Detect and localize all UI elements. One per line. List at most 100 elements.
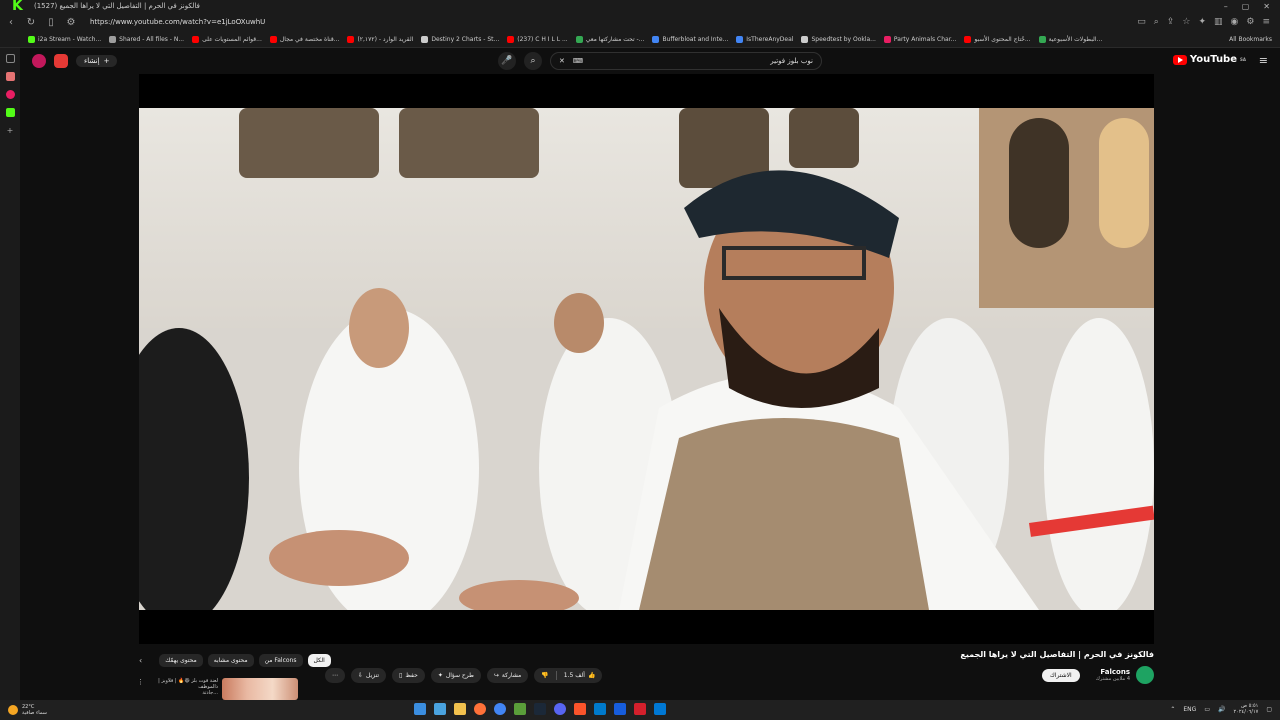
windows-start-icon[interactable] [414,703,426,715]
maximize-button[interactable]: ▢ [1242,2,1250,11]
chip-0[interactable]: الكل [307,654,331,667]
url-field[interactable]: https://www.youtube.com/watch?v=e1jLoOXu… [90,18,265,26]
chip-1[interactable]: من Falcons [258,654,303,667]
site-info-icon[interactable]: ⚙ [64,17,78,28]
reco-menu-icon[interactable]: ⋮ [137,678,144,686]
notifications-tray-icon[interactable]: ▢ [1266,706,1272,713]
firefox-icon[interactable] [474,703,486,715]
steam-icon[interactable] [534,703,546,715]
bookmark-item[interactable]: i2a Stream - Watch... [28,36,101,43]
tab-title[interactable]: (1527) فالكونز في الحرم | التفاصيل التي … [34,2,200,10]
bookmark-item[interactable]: قناة مختصة في مجال... [269,36,340,43]
extensions-icon[interactable]: ✦ [1198,17,1206,27]
volume-icon[interactable]: 🔊 [1218,706,1225,713]
bookmark-item[interactable]: Speedtest by Ookla... [801,36,876,43]
add-panel-icon[interactable]: + [6,126,15,135]
back-icon[interactable]: ‹ [4,17,18,28]
channel-avatar[interactable] [1136,666,1154,684]
bookmark-favicon-icon [575,36,583,43]
keyboard-icon[interactable]: ⌨ [573,57,583,65]
bookmark-item[interactable]: حُتاج المحتوى الأسبو... [964,36,1031,43]
more-actions-button[interactable]: ⋯ [325,668,345,683]
tray-overflow-icon[interactable]: ⌃ [1170,706,1175,713]
plus-icon: + [103,57,110,65]
recommendation-item[interactable]: ⋮ لعنة فوت بلز 😆🔥 | فلاويز | ذالموظف ...… [137,678,298,700]
file-explorer-icon[interactable] [454,703,466,715]
bookmark-favicon-icon [269,36,277,43]
kick-rail-icon[interactable] [5,108,15,117]
save-icon: ▯ [399,672,403,679]
bookmark-page-icon[interactable]: ▯ [44,17,58,28]
voice-search-icon[interactable]: 🎤 [498,52,516,70]
create-button[interactable]: إنشاء + [76,55,118,67]
video-player[interactable] [139,74,1154,644]
menu-icon[interactable]: ≡ [1262,17,1270,27]
chip-3[interactable]: محتوى يهمّك [159,654,203,667]
search-button-icon[interactable]: ⌕ [524,52,542,70]
channel-name[interactable]: Falcons [1096,668,1130,676]
bookmark-item[interactable]: Destiny 2 Charts - St... [421,36,499,43]
language-indicator[interactable]: ENG [1183,706,1196,713]
bookmark-label: قناة مختصة في مجال... [279,36,340,43]
bookmark-item[interactable]: IsThereAnyDeal [736,36,793,43]
bookmark-favicon-icon [801,36,809,43]
subscribe-button[interactable]: الاشتراك [1041,668,1080,682]
all-bookmarks[interactable]: All Bookmarks [1229,36,1280,43]
bookmark-item[interactable]: Shared - All files - N... [109,36,184,43]
cast-icon[interactable]: ▭ [1137,17,1146,27]
guide-menu-icon[interactable]: ≡ [1259,54,1268,67]
bookmark-item[interactable]: Party Animals Char... [883,36,956,43]
search-input[interactable]: ✕ ⌨ نوب بلوز فوتير [550,52,822,70]
save-button[interactable]: ▯ حفظ [392,668,425,683]
feed-icon[interactable] [5,72,15,81]
bookmark-item[interactable]: القريد الوارد - (٢,١٧٢) [347,36,413,43]
chrome-icon[interactable] [494,703,506,715]
bookmark-label: قوائم المستويات على... [202,36,262,43]
reco-thumbnail[interactable] [222,678,298,700]
reload-icon[interactable]: ↻ [24,17,38,28]
weather-widget[interactable]: 22°C سماء صافية [0,704,47,716]
youtube-logo[interactable]: YouTube SA [1172,54,1246,65]
share-page-icon[interactable]: ⇪ [1167,17,1175,27]
bookmark-favicon-icon [736,36,744,43]
bookmark-item[interactable]: البطولات الأسبوعية... [1038,36,1102,43]
discord-icon[interactable] [554,703,566,715]
video-scene-image [139,108,1154,610]
dislike-icon[interactable]: 👎 [541,672,548,679]
zoom-icon[interactable]: ⌕ [1154,17,1159,27]
bookmark-item[interactable]: قوائم المستويات على... [192,36,262,43]
youtube-rail-icon[interactable] [5,90,15,99]
like-count[interactable]: 1.5 ألف [564,672,585,679]
network-icon[interactable]: ▭ [1204,706,1210,713]
profile-icon[interactable]: ◉ [1231,17,1239,27]
bookmark-item[interactable]: (237) C H I L L ... [507,36,568,43]
ask-button[interactable]: ✦ طرح سؤال [430,668,481,683]
bookmark-item[interactable]: تحت مشاركتها معي -... [575,36,644,43]
clock[interactable]: ٥:٥١ ص ٢٠٢٤/٠٦/١٧ [1233,703,1258,715]
chip-2[interactable]: محتوى مشابه [207,654,254,667]
task-view-icon[interactable] [434,703,446,715]
account-avatar[interactable] [32,54,46,68]
brave-icon[interactable] [574,703,586,715]
sidebar-panel-icon[interactable] [5,54,15,63]
settings-icon[interactable]: ⚙ [1246,17,1254,27]
adobe-icon[interactable] [634,703,646,715]
bitwarden-icon[interactable] [614,703,626,715]
chips-prev-icon[interactable]: ‹ [139,656,154,665]
minimize-button[interactable]: – [1224,2,1228,11]
share-button[interactable]: ↪ مشاركة [486,668,529,683]
vscode-icon[interactable] [594,703,606,715]
download-button[interactable]: ⇩ تنزيل [351,668,387,683]
close-window-button[interactable]: ✕ [1263,2,1270,11]
video-frame[interactable] [139,108,1154,610]
bookmark-item[interactable]: Bufferbloat and Inte... [652,36,728,43]
clear-search-icon[interactable]: ✕ [559,57,565,65]
photos-icon[interactable] [654,703,666,715]
star-icon[interactable]: ☆ [1182,17,1190,27]
sidebar-icon[interactable]: ▥ [1214,17,1223,27]
taskbar-apps [414,703,666,715]
like-icon[interactable]: 👍 [588,672,595,679]
bookmark-favicon-icon [883,36,891,43]
minecraft-icon[interactable] [514,703,526,715]
notifications-icon[interactable] [54,54,68,68]
